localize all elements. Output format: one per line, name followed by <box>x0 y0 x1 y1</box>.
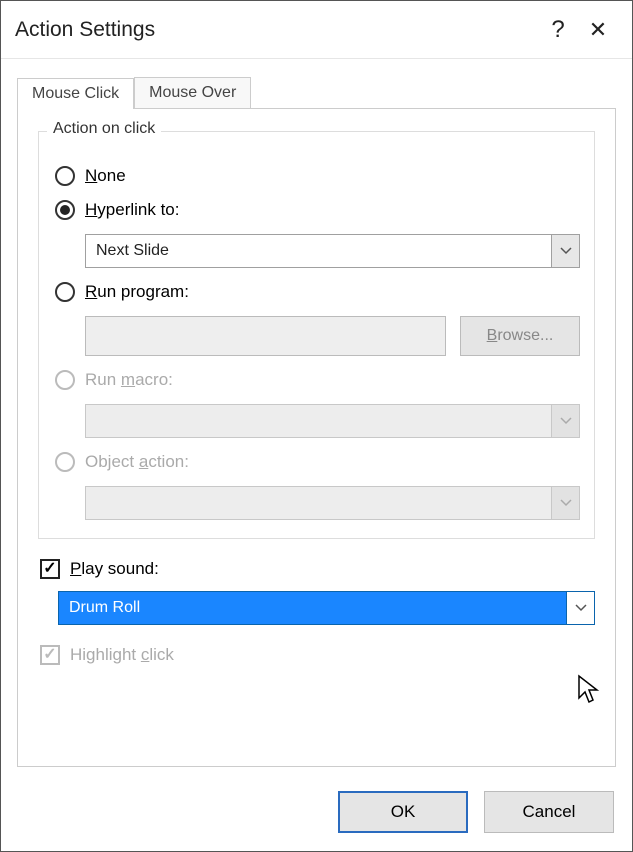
radio-icon <box>55 200 75 220</box>
radio-icon <box>55 282 75 302</box>
radio-run-program[interactable]: Run program: <box>55 282 580 302</box>
radio-label-object-action: Object action: <box>85 452 189 472</box>
group-legend: Action on click <box>47 120 161 138</box>
play-sound-value: Drum Roll <box>59 592 566 624</box>
radio-label-none: None <box>85 166 126 186</box>
chevron-down-icon[interactable] <box>551 235 579 267</box>
tab-strip: Mouse Click Mouse Over <box>17 77 616 108</box>
tab-panel-mouse-click: Action on click None Hyperlink to: Next … <box>17 108 616 767</box>
ok-button[interactable]: OK <box>338 791 468 833</box>
radio-object-action: Object action: <box>55 452 580 472</box>
help-icon[interactable]: ? <box>538 16 578 44</box>
play-sound-combo[interactable]: Drum Roll <box>58 591 595 625</box>
dialog-footer: OK Cancel <box>1 779 632 851</box>
run-program-input <box>85 316 446 356</box>
radio-hyperlink[interactable]: Hyperlink to: <box>55 200 580 220</box>
chevron-down-icon[interactable] <box>566 592 594 624</box>
browse-button: Browse... <box>460 316 580 356</box>
radio-icon <box>55 370 75 390</box>
hyperlink-value: Next Slide <box>86 235 551 267</box>
radio-label-hyperlink: Hyperlink to: <box>85 200 179 220</box>
cancel-button[interactable]: Cancel <box>484 791 614 833</box>
radio-label-run-macro: Run macro: <box>85 370 173 390</box>
checkbox-play-sound[interactable]: Play sound: <box>40 559 595 579</box>
tab-mouse-click[interactable]: Mouse Click <box>17 78 134 109</box>
run-macro-value <box>86 405 551 437</box>
radio-none[interactable]: None <box>55 166 580 186</box>
checkbox-highlight-click: Highlight click <box>40 645 595 665</box>
run-macro-combo <box>85 404 580 438</box>
close-icon[interactable]: ✕ <box>578 17 618 43</box>
radio-run-macro: Run macro: <box>55 370 580 390</box>
radio-icon <box>55 166 75 186</box>
chevron-down-icon <box>551 487 579 519</box>
tab-mouse-over[interactable]: Mouse Over <box>134 77 251 108</box>
chevron-down-icon <box>551 405 579 437</box>
checkbox-label-highlight-click: Highlight click <box>70 645 174 665</box>
object-action-combo <box>85 486 580 520</box>
checkbox-icon <box>40 559 60 579</box>
group-action-on-click: Action on click None Hyperlink to: Next … <box>38 131 595 539</box>
dialog-body: Mouse Click Mouse Over Action on click N… <box>1 59 632 779</box>
checkbox-icon <box>40 645 60 665</box>
dialog-title: Action Settings <box>15 18 538 42</box>
checkbox-label-play-sound: Play sound: <box>70 559 159 579</box>
radio-icon <box>55 452 75 472</box>
radio-label-run-program: Run program: <box>85 282 189 302</box>
action-settings-dialog: Action Settings ? ✕ Mouse Click Mouse Ov… <box>0 0 633 852</box>
titlebar: Action Settings ? ✕ <box>1 1 632 59</box>
hyperlink-combo[interactable]: Next Slide <box>85 234 580 268</box>
object-action-value <box>86 487 551 519</box>
